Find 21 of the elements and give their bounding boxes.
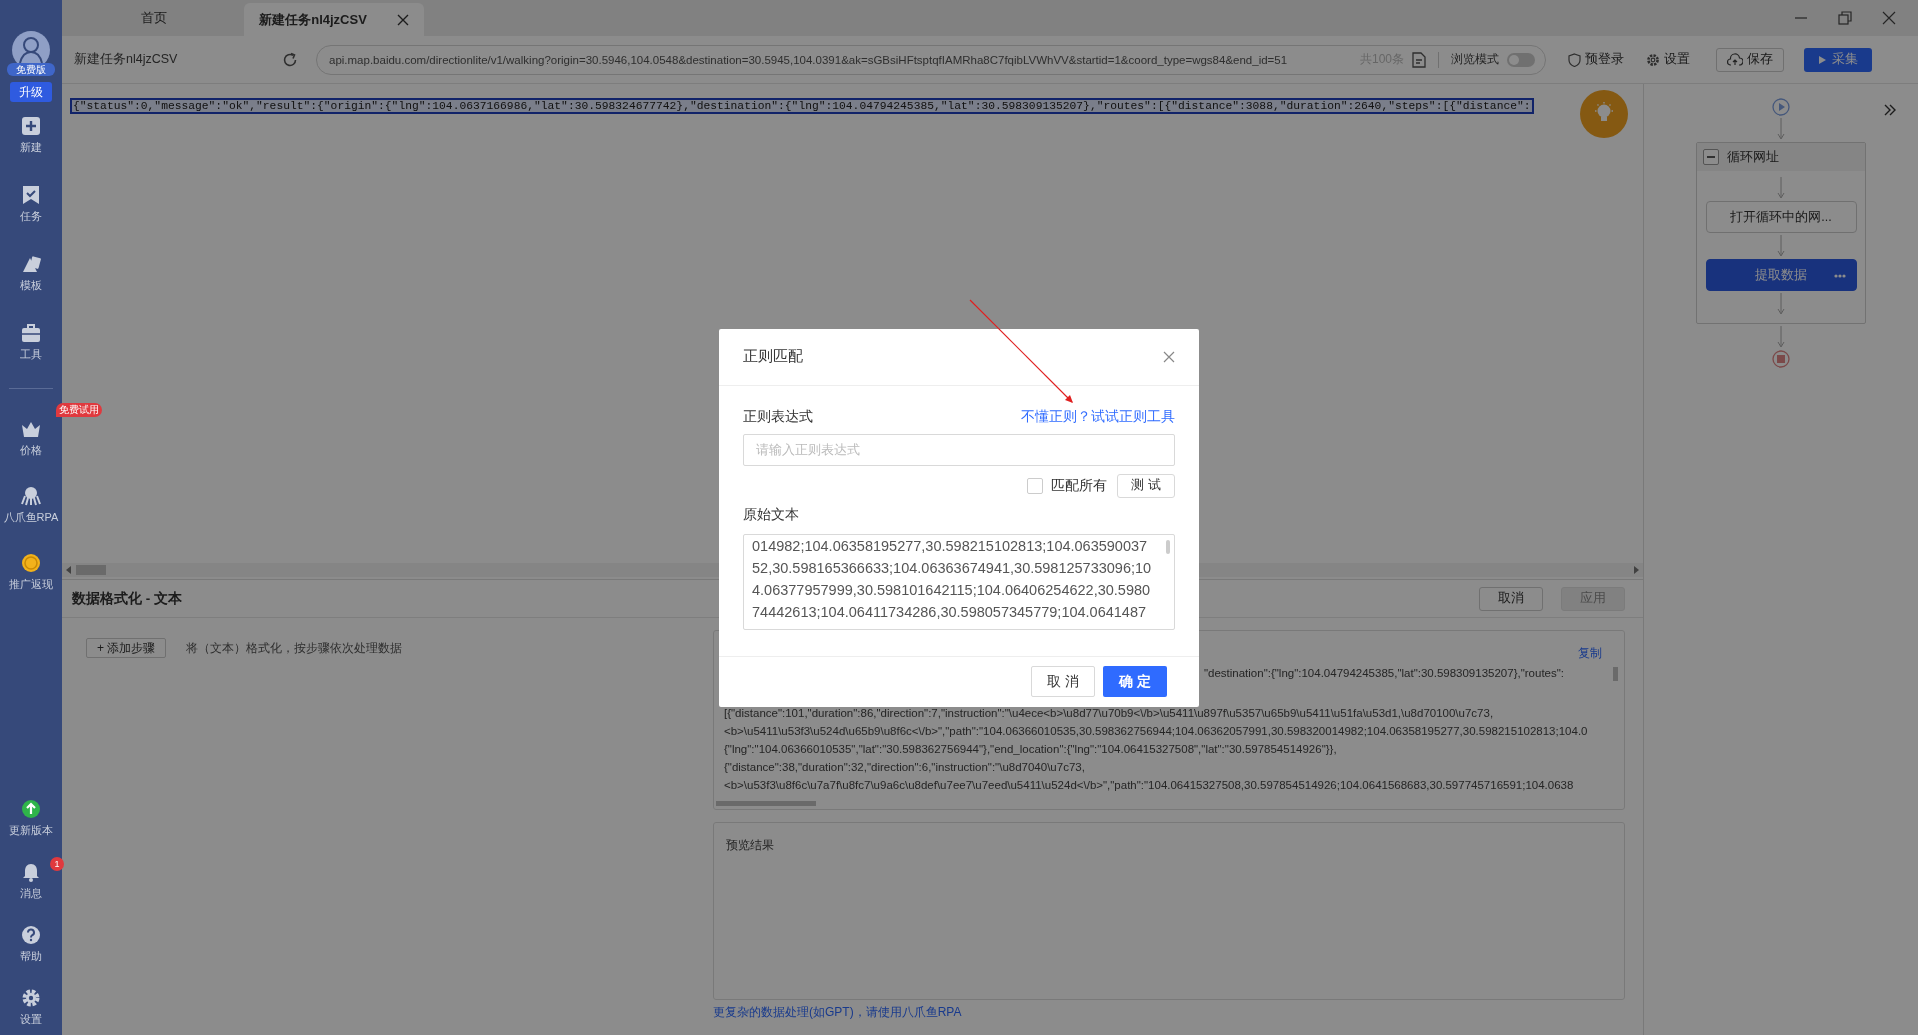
code-line: <b>\u53f3\u8f6c\u7a7f\u8fc7\u9a6c\u8def\u7ee7\u7eed\u5411\u524d<\/b>","path":"104.06415327508,30.597854514926;104.0641568683,30.597745716591;104.0638 <box>724 778 1575 793</box>
panel-title: 数据格式化 - 文本 <box>72 589 182 608</box>
count-badge: 1 <box>50 857 64 871</box>
field-label: 正则表达式 <box>743 407 813 426</box>
code-line: {"distance":38,"duration":32,"direction":6,"instruction":"\u8d7040\u7c73, <box>724 760 1086 775</box>
loop-label: 循环网址 <box>1727 148 1779 166</box>
trial-badge: 免费试用 <box>56 403 102 417</box>
dialog-title: 正则匹配 <box>743 347 803 366</box>
code-line: [{"distance":101,"duration":86,"direction":7,"instruction":"\u4ece<b>\u8d77\u70b9<\/b>\u5411\u897f\u5357\u65b9\u5411\u51fa\u53d1,\u8d70100\u7c73, <box>724 706 1495 721</box>
code-line: {"lng":"104.06366010535","lat":"30.598362756944"},"end_location":{"lng":"104.06415327508","lat":"30.597854514926"}}, <box>724 742 1338 757</box>
description-text: 将（文本）格式化，按步骤依次处理数据 <box>186 640 403 657</box>
source-text: 014982;104.06358195277,30.598215102813;104.06359003752,30.598165366633;104.06363674941,30.598125733096;104.06377957999,30.598101642115;104.06406254622,30.598074442613;104.06411734286,30.598057345779;104.0641487 <box>752 536 1152 622</box>
edition-badge: 免费版 <box>7 63 55 76</box>
field-label: 原始文本 <box>743 505 800 524</box>
page-text: {"status":0,"message":"ok","result":{"origin":{"lng":104.0637166986,"lat":30.598324677742},"destination":{"lng":104.04794245385,"lat":30.598309135207},"routes":[{"distance":3088,"duration":2640,"steps":[{"distance": <box>70 98 1534 114</box>
mode-label: 浏览模式 <box>1451 51 1499 68</box>
code-line: "destination":{"lng":104.04794245385,"lat":30.598309135207},"routes": <box>1203 666 1564 681</box>
task-name: 新建任务nl4jzCSV <box>74 51 179 68</box>
code-line: <b>\u5411\u53f3\u524d\u65b9\u8f6c<\/b>","path":"104.06366010535,30.598362756944;104.06362057991,30.598320014982;104.06358195277,30.598215102813;104.0 <box>724 724 1589 739</box>
preview-label: 预览结果 <box>726 838 774 852</box>
checkbox-label: 匹配所有 <box>1051 476 1107 495</box>
